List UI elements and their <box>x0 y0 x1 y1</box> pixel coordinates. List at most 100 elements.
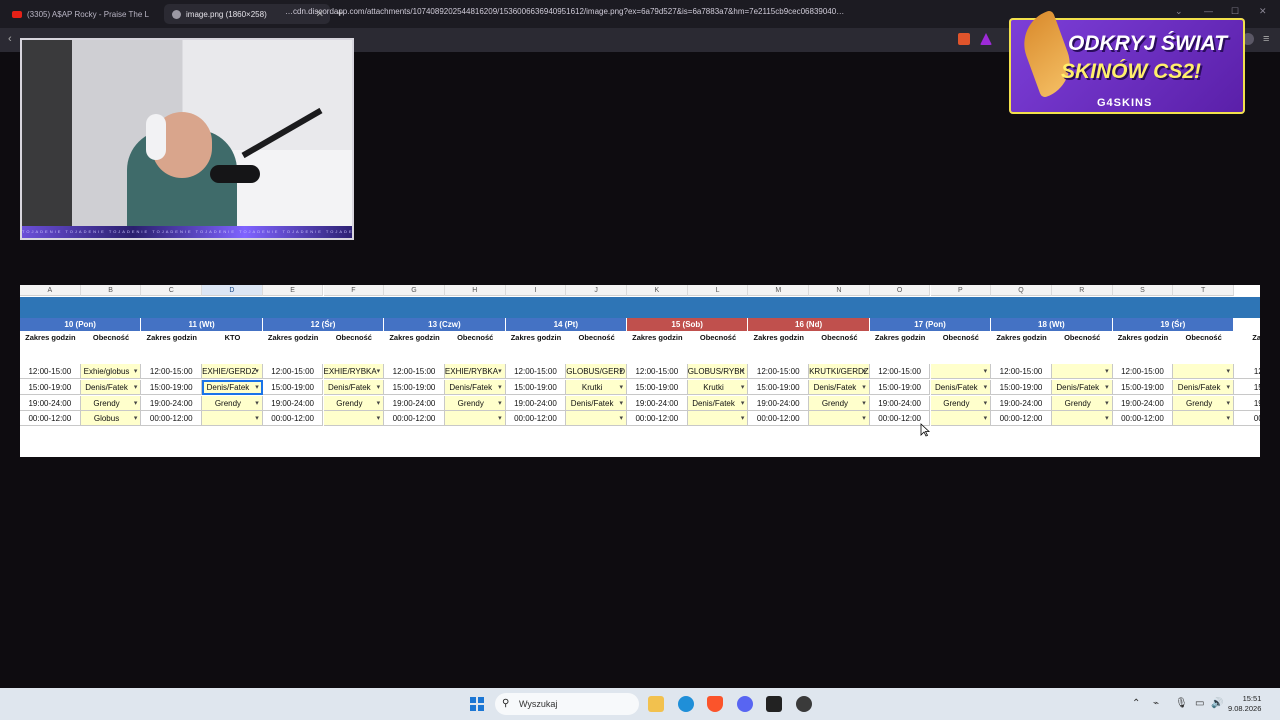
column-header[interactable]: A <box>20 285 81 296</box>
column-header[interactable]: D <box>202 285 263 296</box>
column-header[interactable]: S <box>1112 285 1174 296</box>
time-cell: 15:00-19:00 <box>748 380 810 395</box>
chevron-up-icon[interactable]: ⌃ <box>1132 698 1140 709</box>
dropdown-cell[interactable]: Grendy <box>1173 396 1234 411</box>
dropdown-cell[interactable]: Denis/Fatek <box>1173 380 1234 395</box>
dropdown-cell[interactable]: Grendy <box>809 396 870 411</box>
network-icon[interactable]: ⌁ <box>1153 698 1159 709</box>
column-header[interactable]: L <box>687 285 749 296</box>
column-header[interactable]: N <box>809 285 870 296</box>
column-header[interactable]: K <box>627 285 688 296</box>
dropdown-cell[interactable] <box>1051 364 1113 379</box>
globe-icon <box>172 9 181 19</box>
file-explorer-icon[interactable] <box>648 696 664 712</box>
ad-banner[interactable]: ODKRYJ ŚWIAT SKINÓW CS2! G4SKINS <box>1003 4 1253 119</box>
dropdown-cell[interactable]: Denis/Fatek <box>80 380 142 395</box>
dropdown-cell[interactable]: GLOBUS/RYBK <box>687 364 749 379</box>
dropdown-cell[interactable] <box>809 411 870 426</box>
time-cell: 19:00-24:00 <box>1112 396 1174 411</box>
time-cell: 19:00-24:00 <box>20 396 81 411</box>
sub-header: Obecność <box>457 333 494 342</box>
search-placeholder: Wyszukaj <box>519 699 558 709</box>
time-cell: 00:00-12:00 <box>262 411 324 426</box>
dropdown-cell[interactable]: Krutki <box>687 380 749 395</box>
dropdown-cell[interactable] <box>566 411 627 426</box>
dropdown-cell[interactable]: Grendy <box>202 396 263 411</box>
day-header: 10 (Pon) <box>20 318 142 331</box>
dropdown-cell[interactable] <box>687 411 749 426</box>
dropdown-cell[interactable]: Denis/Fatek <box>687 396 749 411</box>
dropdown-cell[interactable] <box>202 411 263 426</box>
column-header[interactable]: G <box>384 285 445 296</box>
dropdown-cell[interactable] <box>1173 411 1234 426</box>
dropdown-cell[interactable]: Denis/Fatek <box>566 396 627 411</box>
search-icon: ⚲ <box>502 698 510 709</box>
dropdown-cell[interactable] <box>323 411 385 426</box>
dropdown-cell[interactable]: Denis/Fatek <box>202 380 263 395</box>
brave-shield-icon[interactable] <box>958 33 970 45</box>
dropdown-cell[interactable]: KRUTKI/GERDZ <box>809 364 870 379</box>
back-icon[interactable]: ‹ <box>8 33 12 45</box>
dropdown-cell[interactable]: Grendy <box>1051 396 1113 411</box>
dropdown-cell[interactable] <box>930 364 992 379</box>
column-header[interactable]: F <box>323 285 385 296</box>
column-header[interactable]: E <box>262 285 324 296</box>
dropdown-cell[interactable]: Denis/Fatek <box>323 380 385 395</box>
window-close-icon[interactable]: ✕ <box>1259 6 1267 17</box>
dropdown-cell[interactable]: Denis/Fatek <box>444 380 506 395</box>
dropdown-cell[interactable] <box>1173 364 1234 379</box>
ad-brand: G4SKINS <box>1097 97 1153 109</box>
menu-icon[interactable]: ≡ <box>1263 33 1269 45</box>
dropdown-cell[interactable]: Grendy <box>80 396 142 411</box>
column-header[interactable]: I <box>505 285 567 296</box>
dropdown-cell[interactable] <box>930 411 992 426</box>
sub-header: Obecność <box>1064 333 1101 342</box>
display-icon[interactable]: ▭ <box>1195 698 1204 709</box>
url-field[interactable]: …cdn.discordapp.com/attachments/10740892… <box>285 7 844 16</box>
dropdown-cell[interactable]: Denis/Fatek <box>809 380 870 395</box>
edge-icon[interactable] <box>678 696 694 712</box>
dropdown-cell[interactable] <box>444 411 506 426</box>
dropdown-cell[interactable]: Denis/Fatek <box>1051 380 1113 395</box>
dropdown-cell[interactable]: EXHIE/RYBKA <box>444 364 506 379</box>
column-header[interactable]: M <box>748 285 810 296</box>
column-header[interactable]: Q <box>991 285 1052 296</box>
dropdown-cell[interactable]: Grendy <box>323 396 385 411</box>
time-cell: 15:00-19:00 <box>1112 380 1174 395</box>
dropdown-cell[interactable]: Krutki <box>566 380 627 395</box>
column-header[interactable]: O <box>869 285 931 296</box>
time-cell: 12:00-15:00 <box>1112 364 1174 379</box>
obs-icon[interactable] <box>796 696 812 712</box>
brave-icon[interactable] <box>707 696 723 712</box>
dropdown-cell[interactable]: EXHIE/RYBKA <box>323 364 385 379</box>
clock[interactable]: 15:51 9.08.2026 <box>1228 694 1261 714</box>
dropdown-cell[interactable]: GLOBUS/GERD <box>566 364 627 379</box>
dropdown-cell[interactable]: Exhie/globus <box>80 364 142 379</box>
streamlabs-icon[interactable] <box>766 696 782 712</box>
column-header[interactable]: R <box>1051 285 1113 296</box>
taskbar-search[interactable]: ⚲ Wyszukaj <box>495 693 639 715</box>
tab-youtube[interactable]: (3305) A$AP Rocky - Praise The L <box>4 4 160 24</box>
time-cell: 15:00-19:00 <box>262 380 324 395</box>
column-header[interactable]: C <box>141 285 203 296</box>
time-cell: 12:00-15:00 <box>627 364 688 379</box>
dropdown-cell[interactable]: Globus <box>80 411 142 426</box>
clock-time: 15:51 <box>1242 694 1262 703</box>
mic-tray-icon[interactable]: 🎙 <box>1175 698 1188 709</box>
discord-icon[interactable] <box>737 696 753 712</box>
day-header: 18 (Wt) <box>991 318 1113 331</box>
dropdown-cell[interactable]: Grendy <box>444 396 506 411</box>
windows-start-icon[interactable] <box>470 697 484 711</box>
column-header[interactable]: T <box>1173 285 1234 296</box>
time-cell: 00:00-12:00 <box>627 411 688 426</box>
dropdown-cell[interactable] <box>1051 411 1113 426</box>
dropdown-cell[interactable]: Denis/Fatek <box>930 380 992 395</box>
dropdown-cell[interactable]: Grendy <box>930 396 992 411</box>
sub-header: Obecność <box>92 333 130 342</box>
column-header[interactable]: H <box>444 285 506 296</box>
volume-icon[interactable]: 🔊 <box>1211 698 1223 709</box>
column-header[interactable]: P <box>930 285 992 296</box>
column-header[interactable]: J <box>566 285 627 296</box>
column-header[interactable]: B <box>80 285 142 296</box>
dropdown-cell[interactable]: EXHIE/GERDZ <box>202 364 263 379</box>
